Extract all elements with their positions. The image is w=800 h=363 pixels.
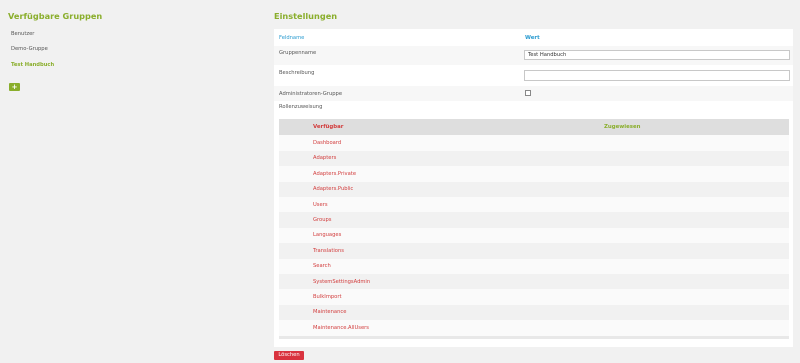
group-item-benutzer[interactable]: Benutzer: [11, 31, 34, 37]
settings-title: Einstellungen: [274, 11, 338, 21]
role-row[interactable]: Adapters: [279, 150, 789, 167]
role-row[interactable]: SystemSettingsAdmin: [279, 274, 789, 290]
available-groups-title: Verfügbare Gruppen: [8, 11, 103, 21]
role-row[interactable]: Users: [279, 197, 789, 213]
role-maintenance-all-users[interactable]: Maintenance.AllUsers: [313, 325, 369, 331]
role-translations[interactable]: Translations: [313, 248, 344, 254]
role-row[interactable]: Maintenance.AllUsers: [279, 320, 789, 336]
group-item-test-handbuch[interactable]: Test Handbuch: [11, 62, 54, 68]
role-bulk-import[interactable]: BulkImport: [313, 294, 342, 300]
roles-table: Verfügbar Zugewiesen Dashboard Adapters …: [279, 119, 789, 339]
role-dashboard[interactable]: Dashboard: [313, 140, 341, 146]
field-header-row: Feldname Wert: [274, 29, 793, 45]
role-search[interactable]: Search: [313, 263, 331, 269]
role-groups[interactable]: Groups: [313, 217, 332, 223]
group-name-row: Gruppenname: [274, 46, 793, 65]
description-input[interactable]: [524, 70, 790, 81]
group-name-input[interactable]: [524, 50, 790, 60]
admin-group-label: Administratoren-Gruppe: [279, 91, 343, 97]
roles-label: Rollenzuweisung: [279, 104, 323, 110]
admin-group-row: Administratoren-Gruppe: [274, 86, 793, 101]
admin-group-checkbox[interactable]: [525, 90, 531, 96]
role-row[interactable]: Languages: [279, 227, 789, 244]
role-languages[interactable]: Languages: [313, 232, 341, 238]
delete-button[interactable]: Löschen: [274, 351, 304, 360]
role-users[interactable]: Users: [313, 202, 328, 208]
role-row[interactable]: Groups: [279, 212, 789, 228]
field-name-header: Feldname: [279, 35, 305, 41]
description-label: Beschreibung: [279, 70, 315, 76]
roles-available-header: Verfügbar: [313, 124, 344, 130]
role-row[interactable]: Search: [279, 258, 789, 274]
group-name-label: Gruppenname: [279, 50, 317, 56]
role-system-settings-admin[interactable]: SystemSettingsAdmin: [313, 279, 370, 285]
group-item-demo-gruppe[interactable]: Demo-Gruppe: [11, 46, 48, 52]
role-adapters[interactable]: Adapters: [313, 155, 336, 161]
roles-table-header: Verfügbar Zugewiesen: [279, 119, 789, 135]
plus-icon: +: [11, 83, 18, 91]
role-adapters-public[interactable]: Adapters.Public: [313, 186, 353, 192]
role-adapters-private[interactable]: Adapters.Private: [313, 171, 356, 177]
role-row[interactable]: Adapters.Public: [279, 181, 789, 197]
role-row[interactable]: Dashboard: [279, 135, 789, 151]
roles-row: Rollenzuweisung: [274, 101, 793, 117]
role-row[interactable]: Maintenance: [279, 304, 789, 321]
role-row[interactable]: Translations: [279, 243, 789, 259]
add-group-button[interactable]: +: [9, 83, 20, 91]
role-maintenance[interactable]: Maintenance: [313, 309, 346, 315]
roles-assigned-header: Zugewiesen: [604, 124, 641, 130]
role-row[interactable]: BulkImport: [279, 289, 789, 305]
role-row[interactable]: Adapters.Private: [279, 166, 789, 182]
field-value-header: Wert: [525, 35, 540, 41]
description-row: Beschreibung: [274, 65, 793, 86]
settings-panel: Feldname Wert Gruppenname Beschreibung A…: [274, 29, 793, 347]
